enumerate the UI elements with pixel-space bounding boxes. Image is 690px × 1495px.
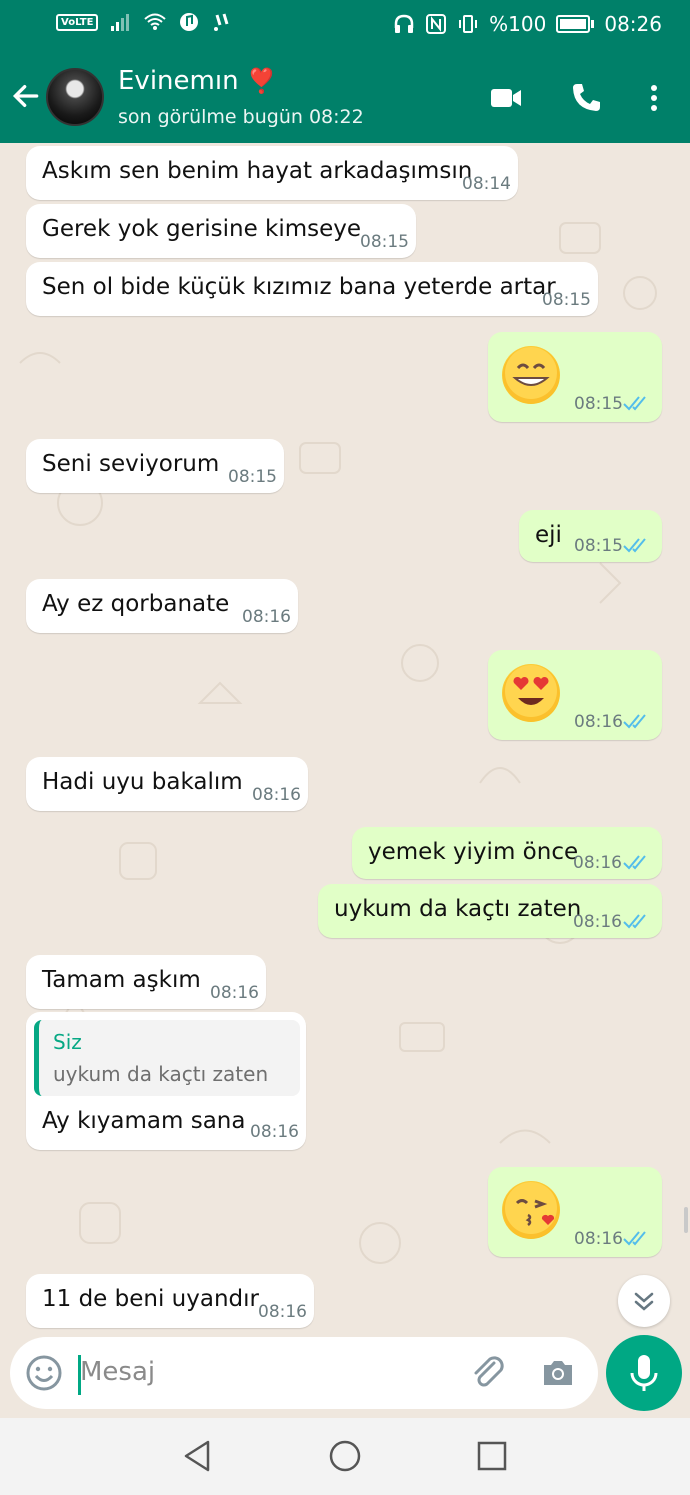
message-text: Hadi uyu bakalım	[42, 769, 243, 795]
status-left: VoLTE	[56, 12, 234, 32]
message-bubble-incoming-reply[interactable]: Siz uykum da kaçtı zaten Ay kıyamam sana…	[26, 1012, 306, 1150]
mic-button[interactable]	[606, 1335, 682, 1411]
message-text: yemek yiyim önce	[368, 839, 579, 865]
message-composer[interactable]: Mesaj	[10, 1337, 598, 1409]
chat-header: Evinemın ❣️ son görülme bugün 08:22	[0, 52, 690, 143]
quoted-author: Siz	[53, 1030, 82, 1054]
music-icon	[180, 13, 199, 31]
system-nav-bar	[0, 1418, 690, 1495]
message-input[interactable]: Mesaj	[80, 1357, 155, 1387]
read-ticks-icon	[623, 1231, 646, 1246]
message-time: 08:15	[228, 467, 277, 487]
notification-icon	[214, 13, 229, 31]
status-bar: VoLTE %100 08:26	[0, 0, 690, 52]
message-text: Gerek yok gerisine kimseye	[42, 216, 362, 242]
message-text: Seni seviyorum	[42, 451, 220, 477]
message-bubble-incoming[interactable]: Sen ol bide küçük kızımız bana yeterde a…	[26, 262, 598, 316]
battery-percent: %100	[489, 12, 547, 36]
scrollbar[interactable]	[684, 1207, 688, 1233]
heart-eyes-face-icon	[502, 664, 560, 722]
message-bubble-outgoing[interactable]: yemek yiyim önce 08:16	[352, 827, 662, 879]
message-time: 08:16	[210, 983, 259, 1003]
scroll-to-bottom-button[interactable]	[618, 1275, 670, 1327]
message-time: 08:16	[574, 1229, 623, 1249]
vibrate-icon	[459, 15, 478, 33]
attach-icon[interactable]	[468, 1353, 508, 1393]
message-time: 08:16	[573, 912, 622, 932]
message-time: 08:16	[250, 1122, 299, 1142]
heart-exclamation-icon: ❣️	[246, 67, 277, 95]
more-vert-icon[interactable]	[636, 80, 672, 116]
message-time: 08:15	[574, 536, 623, 556]
message-time: 08:16	[242, 607, 291, 627]
contact-name[interactable]: Evinemın ❣️	[118, 66, 277, 96]
message-text: Ay ez qorbanate	[42, 591, 230, 617]
message-bubble-outgoing[interactable]: uykum da kaçtı zaten 08:16	[318, 884, 662, 938]
message-bubble-outgoing[interactable]: 08:16	[488, 1167, 662, 1257]
message-time: 08:16	[573, 853, 622, 873]
clock: 08:26	[604, 12, 662, 36]
message-text: 11 de beni uyandır	[42, 1286, 259, 1312]
signal-icon	[111, 14, 130, 31]
back-arrow-icon[interactable]	[10, 80, 42, 112]
message-bubble-outgoing[interactable]: 08:16	[488, 650, 662, 740]
camera-icon[interactable]	[538, 1353, 578, 1393]
quoted-text: uykum da kaçtı zaten	[53, 1062, 269, 1086]
chevron-double-down-icon	[634, 1292, 654, 1311]
read-ticks-icon	[623, 855, 646, 870]
message-text: eji	[535, 522, 562, 548]
message-bubble-incoming[interactable]: Seni seviyorum 08:15	[26, 439, 284, 493]
nfc-icon	[426, 14, 447, 34]
message-bubble-outgoing[interactable]: 08:15	[488, 332, 662, 422]
message-bubble-incoming[interactable]: 11 de beni uyandır 08:16	[26, 1274, 314, 1328]
message-time: 08:16	[258, 1302, 307, 1322]
message-text: Ay kıyamam sana	[42, 1108, 246, 1134]
message-time: 08:15	[574, 394, 623, 414]
read-ticks-icon	[623, 538, 646, 553]
message-bubble-incoming[interactable]: Tamam aşkım 08:16	[26, 955, 266, 1009]
nav-home-icon[interactable]	[327, 1438, 363, 1474]
message-bubble-incoming[interactable]: Hadi uyu bakalım 08:16	[26, 757, 308, 811]
video-call-icon[interactable]	[488, 80, 524, 116]
chat-area[interactable]: Askım sen benim hayat arkadaşımsın 08:14…	[0, 143, 690, 1335]
status-right: %100 08:26	[393, 12, 662, 36]
last-seen: son görülme bugün 08:22	[118, 106, 364, 128]
message-text: uykum da kaçtı zaten	[334, 896, 582, 922]
message-bubble-incoming[interactable]: Gerek yok gerisine kimseye 08:15	[26, 204, 416, 258]
message-bubble-outgoing[interactable]: eji 08:15	[519, 510, 662, 562]
message-bubble-incoming[interactable]: Ay ez qorbanate 08:16	[26, 579, 298, 633]
message-time: 08:16	[574, 712, 623, 732]
read-ticks-icon	[623, 914, 646, 929]
message-time: 08:14	[462, 174, 511, 194]
message-time: 08:16	[252, 785, 301, 805]
headphones-icon	[394, 14, 414, 33]
quoted-message[interactable]: Siz uykum da kaçtı zaten	[34, 1020, 300, 1096]
face-blowing-kiss-icon	[502, 1181, 560, 1239]
mic-icon	[630, 1355, 658, 1391]
avatar[interactable]	[46, 68, 104, 126]
contact-name-text: Evinemın	[118, 66, 239, 96]
wifi-icon	[144, 13, 167, 30]
battery-icon	[556, 15, 595, 33]
message-text: Askım sen benim hayat arkadaşımsın	[42, 158, 473, 184]
phone-icon[interactable]	[568, 80, 604, 116]
message-bubble-incoming[interactable]: Askım sen benim hayat arkadaşımsın 08:14	[26, 146, 518, 200]
read-ticks-icon	[623, 714, 646, 729]
volte-badge: VoLTE	[56, 13, 99, 31]
read-ticks-icon	[623, 396, 646, 411]
message-text: Sen ol bide küçük kızımız bana yeterde a…	[42, 274, 556, 300]
message-text: Tamam aşkım	[42, 967, 201, 993]
nav-back-icon[interactable]	[180, 1438, 216, 1474]
message-time: 08:15	[542, 290, 591, 310]
emoji-icon[interactable]	[24, 1353, 64, 1393]
nav-recents-icon[interactable]	[474, 1438, 510, 1474]
grinning-face-icon	[502, 346, 560, 404]
message-time: 08:15	[360, 232, 409, 252]
